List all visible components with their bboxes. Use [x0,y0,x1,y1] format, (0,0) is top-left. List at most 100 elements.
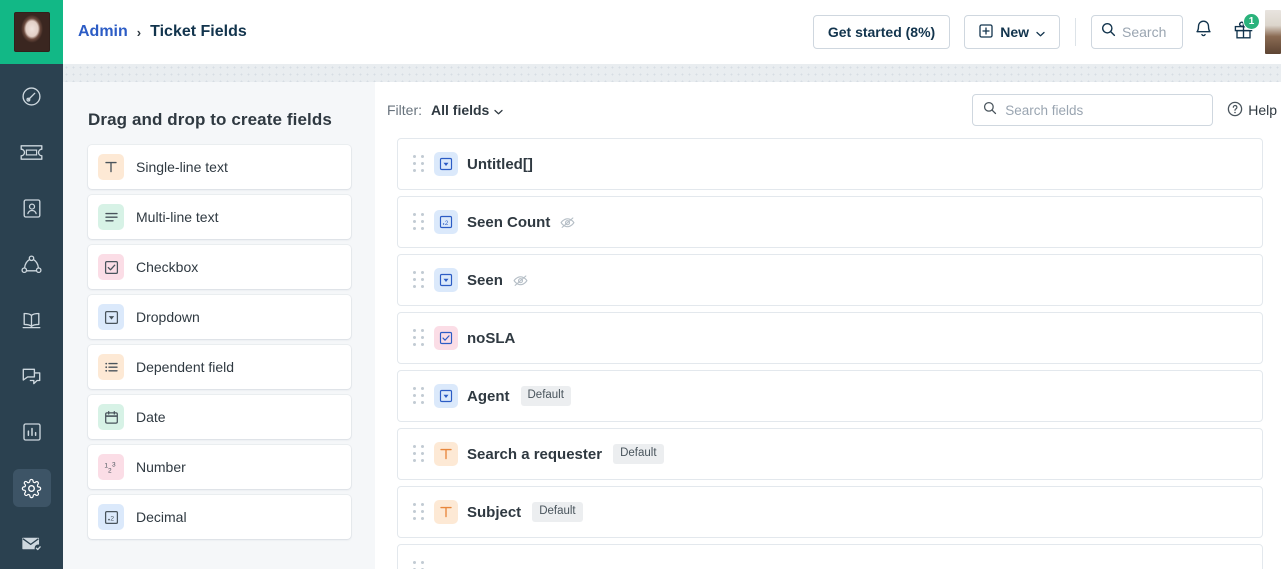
field-name: Agent [467,387,510,405]
filter-label: Filter: [387,102,422,118]
settings-icon [21,478,42,499]
ticket-fields-list: Untitled[] 2 Seen Count Seen noSLA Agent… [375,138,1281,569]
dropdown-icon [434,384,458,408]
field-type-date[interactable]: Date [88,395,351,439]
sidebar-item-contacts[interactable] [13,189,51,227]
sidebar-item-dashboard[interactable] [13,77,51,115]
calendar-icon [98,404,124,430]
text-icon [434,442,458,466]
help-button[interactable]: Help [1227,101,1281,120]
field-type-label: Dropdown [136,309,200,325]
drag-handle-icon[interactable] [412,560,426,569]
field-types-panel: Drag and drop to create fields Single-li… [63,82,375,569]
field-type-checkbox[interactable]: Checkbox [88,245,351,289]
text-icon [98,154,124,180]
field-type-decimal[interactable]: 2 Decimal [88,495,351,539]
chevron-down-icon [494,102,504,118]
status-badge: Default [520,386,571,406]
field-row-untitled[interactable]: Untitled[] [397,138,1263,190]
plus-box-icon [979,23,993,41]
field-type-label: Single-line text [136,159,228,175]
field-type-label: Multi-line text [136,209,219,225]
sidebar-item-admin[interactable] [12,469,51,507]
hidden-field-icon [559,215,576,230]
filter-bar: Filter: All fields Search fields Help [375,82,1281,138]
new-button-label: New [1000,24,1029,40]
get-started-button[interactable]: Get started (8%) [812,15,951,49]
search-icon [983,101,997,120]
sidebar-item-chat[interactable] [13,357,51,395]
chat-icon [21,367,42,386]
drag-handle-icon[interactable] [412,444,426,464]
svg-text:2: 2 [445,220,449,227]
header-search-placeholder: Search [1122,24,1167,40]
dropdown-icon [98,304,124,330]
svg-text:2: 2 [110,515,114,522]
field-name: Seen [467,271,503,289]
dropdown-icon [434,268,458,292]
drag-handle-icon[interactable] [412,502,426,522]
sidebar-item-social[interactable] [13,245,51,283]
gift-button[interactable]: 1 [1223,12,1263,52]
number-icon: 1 2 3 [98,454,124,480]
field-name: Search a requester [467,445,603,463]
sidebar-item-email[interactable] [13,525,51,563]
field-name: noSLA [467,329,516,347]
dropdown-icon [434,152,458,176]
dashboard-icon [21,86,42,107]
field-type-dropdown[interactable]: Dropdown [88,295,351,339]
checkbox-icon [434,326,458,350]
field-type-label: Dependent field [136,359,235,375]
chevron-down-icon [1036,24,1045,40]
field-row-seen-count[interactable]: 2 Seen Count [397,196,1263,248]
top-bar-actions: Get started (8%) New Search 1 [812,10,1281,54]
new-button[interactable]: New [964,15,1060,49]
field-row-agent[interactable]: Agent Default [397,370,1263,422]
field-name: Subject [467,503,522,521]
gift-badge-count: 1 [1243,13,1260,30]
drag-handle-icon[interactable] [412,154,426,174]
reports-icon [22,422,42,442]
checkbox-icon [98,254,124,280]
field-row-nosla[interactable]: noSLA [397,312,1263,364]
avatar[interactable] [0,0,63,64]
hidden-field-icon [512,273,529,288]
field-row-next[interactable] [397,544,1263,569]
field-type-number[interactable]: 1 2 3 Number [88,445,351,489]
contacts-icon [22,198,42,219]
breadcrumb-admin[interactable]: Admin [78,23,128,41]
filter-value: All fields [431,102,490,118]
dotted-strip [63,64,1281,82]
profile-thumbnail[interactable] [1265,10,1281,54]
search-icon [1101,22,1116,42]
drag-handle-icon[interactable] [412,386,426,406]
field-row-seen[interactable]: Seen [397,254,1263,306]
email-check-icon [21,535,43,553]
svg-text:2: 2 [108,467,112,474]
svg-text:3: 3 [112,461,116,468]
field-type-multi-line-text[interactable]: Multi-line text [88,195,351,239]
filter-bar-right: Search fields Help [972,94,1281,126]
filter-dropdown[interactable]: All fields [431,102,504,118]
bell-icon [1194,19,1213,45]
header-search-input[interactable]: Search [1091,15,1183,49]
search-fields-input[interactable]: Search fields [972,94,1214,126]
divider [1075,18,1076,46]
field-type-label: Date [136,409,166,425]
drag-handle-icon[interactable] [412,328,426,348]
sidebar-item-tickets[interactable] [13,133,51,171]
field-types-title: Drag and drop to create fields [88,110,332,129]
field-type-single-line-text[interactable]: Single-line text [88,145,351,189]
drag-handle-icon[interactable] [412,212,426,232]
drag-handle-icon[interactable] [412,270,426,290]
body: Drag and drop to create fields Single-li… [0,64,1281,569]
field-row-search-a-requester[interactable]: Search a requester Default [397,428,1263,480]
field-row-subject[interactable]: Subject Default [397,486,1263,538]
sidebar-item-reports[interactable] [13,413,51,451]
help-circle-icon [1227,101,1243,120]
field-name: Seen Count [467,213,551,231]
ticket-icon [20,144,43,161]
sidebar-item-knowledge-base[interactable] [13,301,51,339]
field-type-dependent-field[interactable]: Dependent field [88,345,351,389]
notifications-button[interactable] [1183,12,1223,52]
